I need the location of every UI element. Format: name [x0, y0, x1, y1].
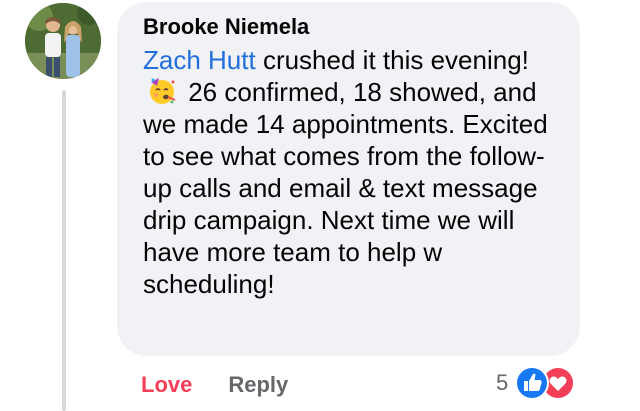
avatar[interactable] — [25, 3, 101, 79]
like-icon — [514, 365, 550, 401]
comment-text-part-1: crushed it this evening! — [255, 45, 529, 75]
comment-author[interactable]: Brooke Niemela — [143, 14, 560, 40]
avatar-photo — [25, 3, 101, 79]
reply-button[interactable]: Reply — [228, 372, 288, 398]
comment: Brooke Niemela Zach Hutt crushed it this… — [0, 0, 640, 411]
comment-body: Zach Hutt crushed it this evening! 26 co… — [143, 44, 560, 300]
party-face-emoji-icon — [147, 76, 177, 106]
reaction-count: 5 — [496, 370, 509, 395]
love-reaction-button[interactable]: Love — [141, 372, 192, 398]
comment-actions: Love Reply — [141, 368, 288, 402]
comment-bubble: Brooke Niemela Zach Hutt crushed it this… — [117, 2, 580, 356]
reaction-icons — [514, 365, 576, 401]
mention-link[interactable]: Zach Hutt — [143, 45, 256, 75]
reaction-summary[interactable]: 5 — [496, 364, 576, 402]
thread-line — [62, 90, 66, 411]
comment-text-part-2: 26 confirmed, 18 showed, and we made 14 … — [143, 77, 548, 299]
